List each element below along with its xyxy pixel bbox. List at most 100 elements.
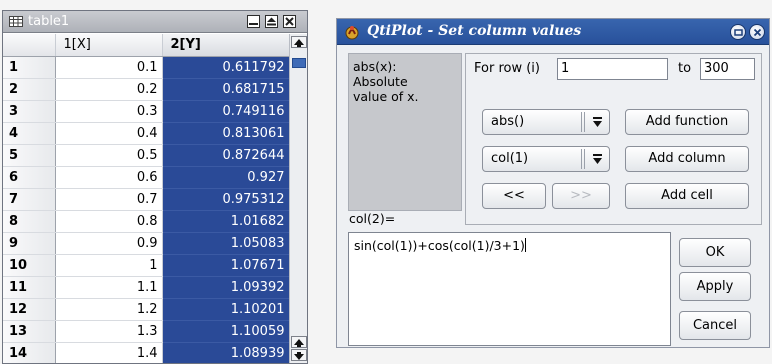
cell-x[interactable]: 0.5: [55, 144, 163, 167]
scroll-down-icon[interactable]: [291, 349, 307, 361]
add-function-button[interactable]: Add function: [625, 109, 749, 135]
cell-y[interactable]: 0.975312: [162, 188, 290, 211]
end-row-input[interactable]: 300: [700, 58, 755, 80]
cell-x[interactable]: 1: [55, 254, 163, 277]
controls-panel: For row (i) 1 to 300 abs() Add function …: [465, 53, 762, 225]
row-number[interactable]: 5: [3, 144, 56, 167]
cell-y[interactable]: 0.927: [162, 166, 290, 189]
cell-y[interactable]: 0.872644: [162, 144, 290, 167]
row-number[interactable]: 6: [3, 166, 56, 189]
add-cell-button[interactable]: Add cell: [625, 183, 749, 209]
cell-y[interactable]: 1.01682: [162, 210, 290, 233]
scroll-up-icon[interactable]: [291, 36, 307, 48]
dropdown-arrow-icon: [593, 117, 602, 127]
formula-text: sin(col(1))+cos(col(1)/3+1): [354, 238, 525, 253]
row-number[interactable]: 10: [3, 254, 56, 277]
row-number[interactable]: 9: [3, 232, 56, 255]
table-row: 6 0.6 0.927: [3, 166, 290, 189]
row-number[interactable]: 7: [3, 188, 56, 211]
shade-icon[interactable]: [730, 24, 746, 40]
cell-x[interactable]: 1.1: [55, 276, 163, 299]
ok-button[interactable]: OK: [679, 238, 751, 267]
cell-y[interactable]: 1.10201: [162, 298, 290, 321]
for-row-label: For row (i): [474, 61, 540, 76]
cell-x[interactable]: 0.4: [55, 122, 163, 145]
cell-y[interactable]: 0.813061: [162, 122, 290, 145]
table-title-bar[interactable]: table1: [3, 11, 307, 33]
row-number[interactable]: 1: [3, 56, 56, 79]
cell-y[interactable]: 1.09392: [162, 276, 290, 299]
row-number[interactable]: 3: [3, 100, 56, 123]
row-number[interactable]: 13: [3, 320, 56, 343]
cell-y[interactable]: 1.07671: [162, 254, 290, 277]
add-column-button[interactable]: Add column: [625, 146, 749, 172]
cell-x[interactable]: 0.1: [55, 56, 163, 79]
row-number[interactable]: 14: [3, 342, 56, 363]
table-corner[interactable]: [3, 34, 56, 57]
function-select[interactable]: abs(): [482, 109, 610, 135]
qtiplot-icon: [345, 26, 359, 40]
cancel-button[interactable]: Cancel: [679, 311, 751, 340]
table-icon: [9, 16, 23, 27]
close-icon[interactable]: [749, 24, 765, 40]
dropdown-arrow-icon: [593, 154, 602, 164]
row-number[interactable]: 12: [3, 298, 56, 321]
cell-y[interactable]: 1.08939: [162, 342, 290, 363]
cell-y[interactable]: 1.10059: [162, 320, 290, 343]
cell-y[interactable]: 1.05083: [162, 232, 290, 255]
row-number[interactable]: 11: [3, 276, 56, 299]
row-number[interactable]: 8: [3, 210, 56, 233]
function-description: abs(x): Absolute value of x.: [348, 53, 462, 211]
column-select[interactable]: col(1): [482, 146, 610, 172]
table-row: 5 0.5 0.872644: [3, 144, 290, 167]
cell-x[interactable]: 1.3: [55, 320, 163, 343]
table-row: 3 0.3 0.749116: [3, 100, 290, 123]
text-cursor: [524, 238, 526, 252]
function-select-value: abs(): [491, 114, 525, 129]
table-row: 10 1 1.07671: [3, 254, 290, 277]
cell-y[interactable]: 0.681715: [162, 78, 290, 101]
target-column-label: col(2)=: [349, 211, 396, 226]
table-row: 12 1.2 1.10201: [3, 298, 290, 321]
dialog-title-bar[interactable]: QtiPlot - Set column values: [337, 19, 769, 45]
start-row-input[interactable]: 1: [557, 58, 668, 80]
cell-x[interactable]: 0.3: [55, 100, 163, 123]
cell-x[interactable]: 0.7: [55, 188, 163, 211]
table-row: 14 1.4 1.08939: [3, 342, 290, 363]
combo-separator: [581, 112, 585, 132]
table-window-title: table1: [28, 14, 70, 29]
table-row: 9 0.9 1.05083: [3, 232, 290, 255]
vertical-scrollbar[interactable]: [289, 34, 307, 363]
set-column-values-dialog: QtiPlot - Set column values abs(x): Abso…: [336, 18, 770, 348]
minimize-icon[interactable]: [247, 15, 260, 28]
column-select-value: col(1): [491, 151, 529, 166]
previous-button[interactable]: <<: [482, 183, 546, 209]
cell-x[interactable]: 0.9: [55, 232, 163, 255]
close-icon[interactable]: [283, 15, 296, 28]
cell-x[interactable]: 1.4: [55, 342, 163, 363]
maximize-icon[interactable]: [265, 15, 278, 28]
scrollbar-thumb[interactable]: [292, 58, 306, 68]
row-number[interactable]: 2: [3, 78, 56, 101]
column-header-y[interactable]: 2[Y]: [162, 34, 290, 57]
table-row: 7 0.7 0.975312: [3, 188, 290, 211]
formula-editor[interactable]: sin(col(1))+cos(col(1)/3+1): [348, 232, 671, 346]
cell-y[interactable]: 0.611792: [162, 56, 290, 79]
row-number[interactable]: 4: [3, 122, 56, 145]
table-row: 13 1.3 1.10059: [3, 320, 290, 343]
combo-separator: [581, 149, 585, 169]
table-row: 11 1.1 1.09392: [3, 276, 290, 299]
cell-x[interactable]: 0.8: [55, 210, 163, 233]
cell-x[interactable]: 0.2: [55, 78, 163, 101]
table-row: 2 0.2 0.681715: [3, 78, 290, 101]
scroll-up-small-icon[interactable]: [291, 336, 307, 348]
cell-x[interactable]: 0.6: [55, 166, 163, 189]
cell-x[interactable]: 1.2: [55, 298, 163, 321]
next-button[interactable]: >>: [552, 183, 610, 209]
cell-y[interactable]: 0.749116: [162, 100, 290, 123]
table-row: 1 0.1 0.611792: [3, 56, 290, 79]
to-label: to: [678, 61, 692, 76]
column-header-x[interactable]: 1[X]: [55, 34, 163, 57]
apply-button[interactable]: Apply: [679, 272, 751, 301]
table-row: 8 0.8 1.01682: [3, 210, 290, 233]
